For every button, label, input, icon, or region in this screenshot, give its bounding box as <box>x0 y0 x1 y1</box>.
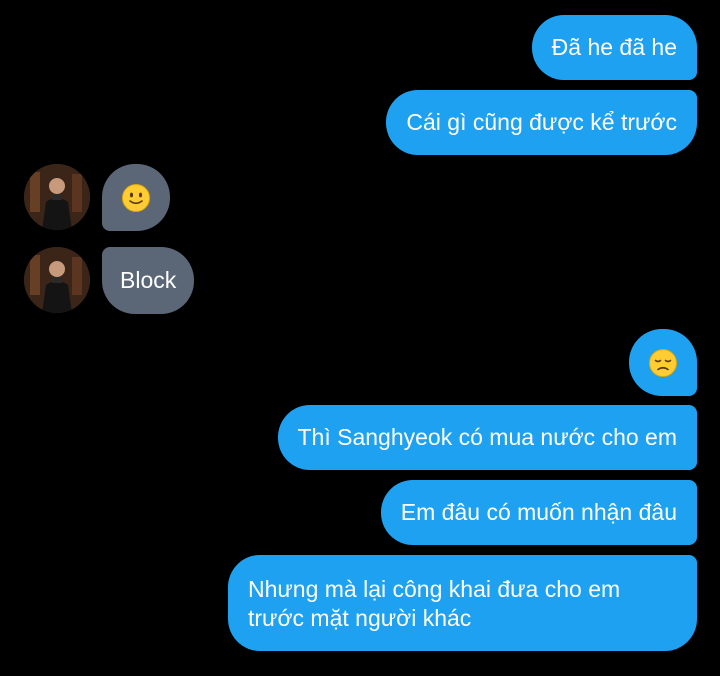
message-text: Block <box>120 267 177 293</box>
avatar-photo <box>24 247 90 313</box>
message-bubble-outgoing[interactable] <box>629 329 697 396</box>
contact-avatar[interactable] <box>24 247 90 313</box>
message-text: Đã he đã he <box>551 34 677 60</box>
message-text: Cái gì cũng được kể trước <box>406 109 677 135</box>
message-bubble-outgoing[interactable]: Nhưng mà lại công khai đưa cho em trước … <box>228 555 697 651</box>
message-bubble-incoming[interactable] <box>102 164 170 231</box>
message-text: Em đâu có muốn nhận đâu <box>400 499 677 525</box>
message-bubble-outgoing[interactable]: Cái gì cũng được kể trước <box>386 90 697 155</box>
avatar-photo <box>24 164 90 230</box>
message-text: Nhưng mà lại công khai đưa cho em trước … <box>248 576 621 631</box>
contact-avatar[interactable] <box>24 164 90 230</box>
disappointed-face-icon <box>649 348 677 377</box>
slightly-smiling-face-icon <box>122 183 150 212</box>
message-bubble-incoming[interactable]: Block <box>102 247 195 314</box>
message-bubble-outgoing[interactable]: Em đâu có muốn nhận đâu <box>380 480 697 545</box>
message-text: Thì Sanghyeok có mua nước cho em <box>297 424 678 450</box>
message-bubble-outgoing[interactable]: Thì Sanghyeok có mua nước cho em <box>277 405 697 470</box>
message-bubble-outgoing[interactable]: Đã he đã he <box>531 15 697 80</box>
